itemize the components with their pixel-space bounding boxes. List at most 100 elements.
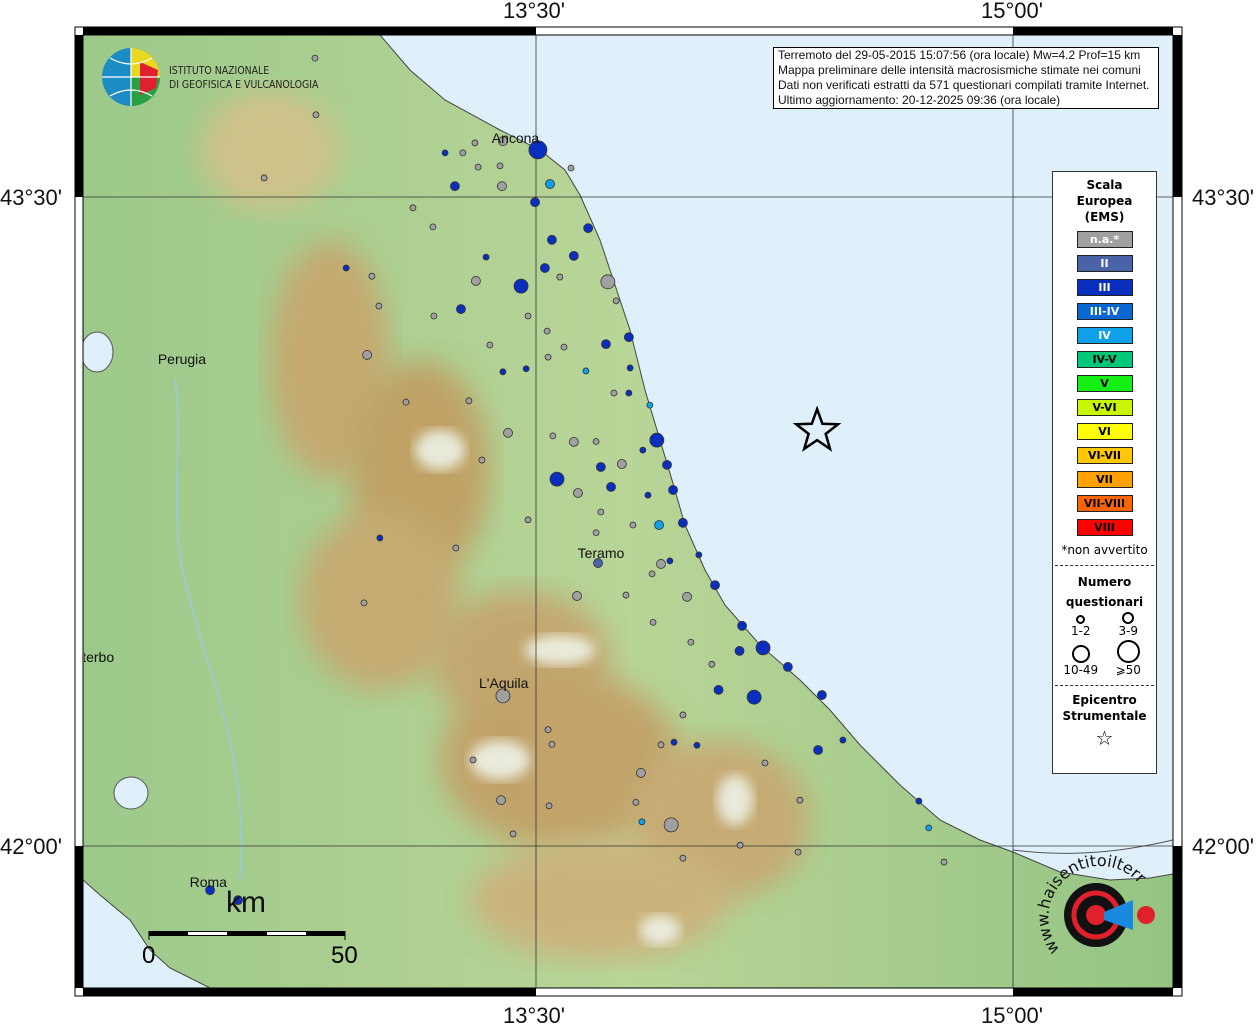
intensity-point-na[interactable]: [612, 297, 620, 305]
intensity-point-na[interactable]: [687, 638, 695, 646]
intensity-point-na[interactable]: [496, 795, 506, 806]
intensity-point-na[interactable]: [761, 759, 769, 767]
intensity-point-na[interactable]: [573, 488, 583, 498]
intensity-point-na[interactable]: [360, 599, 368, 607]
intensity-point-iii[interactable]: [522, 365, 530, 373]
intensity-point-iii[interactable]: [450, 181, 460, 192]
intensity-point-na[interactable]: [592, 438, 600, 445]
intensity-point-na[interactable]: [429, 223, 437, 231]
intensity-point-na[interactable]: [497, 181, 507, 192]
intensity-point-iii[interactable]: [625, 389, 633, 397]
intensity-point-iii[interactable]: [737, 620, 747, 631]
intensity-point-na[interactable]: [524, 312, 532, 320]
intensity-point-iii[interactable]: [746, 689, 762, 705]
intensity-point-na[interactable]: [368, 272, 376, 280]
intensity-point-iii[interactable]: [668, 485, 678, 495]
intensity-point-iii[interactable]: [649, 432, 665, 448]
intensity-point-iii[interactable]: [915, 797, 923, 805]
intensity-point-iii[interactable]: [623, 332, 634, 343]
intensity-point-na[interactable]: [430, 312, 438, 320]
intensity-point-iv[interactable]: [582, 367, 590, 375]
intensity-point-iv[interactable]: [646, 401, 654, 409]
intensity-point-na[interactable]: [796, 796, 804, 804]
intensity-point-na[interactable]: [312, 111, 320, 119]
intensity-point-na[interactable]: [545, 802, 553, 810]
intensity-point-iii[interactable]: [782, 662, 793, 672]
intensity-point-iii[interactable]: [342, 264, 350, 272]
intensity-point-na[interactable]: [402, 398, 410, 406]
intensity-point-iii[interactable]: [644, 491, 652, 499]
intensity-point-na[interactable]: [616, 459, 627, 469]
intensity-point-iii[interactable]: [693, 741, 701, 749]
intensity-point-na[interactable]: [679, 854, 687, 862]
intensity-point-iii[interactable]: [678, 517, 688, 528]
intensity-point-na[interactable]: [663, 817, 679, 833]
intensity-point-na[interactable]: [648, 570, 656, 578]
intensity-point-na[interactable]: [592, 529, 600, 537]
intensity-point-na[interactable]: [486, 341, 494, 349]
intensity-point-na[interactable]: [549, 432, 557, 440]
intensity-point-iii[interactable]: [441, 149, 449, 157]
intensity-point-na[interactable]: [375, 302, 383, 310]
intensity-point-na[interactable]: [471, 139, 479, 147]
intensity-point-na[interactable]: [736, 841, 744, 849]
intensity-point-na[interactable]: [452, 544, 460, 552]
intensity-point-na[interactable]: [260, 174, 268, 182]
intensity-point-na[interactable]: [597, 508, 605, 516]
intensity-point-iii[interactable]: [595, 462, 606, 472]
intensity-point-na[interactable]: [567, 164, 575, 172]
intensity-point-iii[interactable]: [547, 234, 557, 245]
intensity-point-iii[interactable]: [540, 263, 550, 273]
intensity-point-iv[interactable]: [654, 520, 664, 530]
intensity-point-iii[interactable]: [639, 446, 647, 454]
intensity-point-iii[interactable]: [626, 364, 634, 372]
intensity-point-na[interactable]: [311, 54, 319, 62]
intensity-point-na[interactable]: [657, 741, 665, 749]
intensity-point-na[interactable]: [600, 274, 616, 290]
intensity-point-na[interactable]: [572, 591, 582, 601]
intensity-point-na[interactable]: [629, 521, 637, 529]
intensity-point-iv[interactable]: [545, 179, 555, 189]
intensity-point-na[interactable]: [568, 437, 579, 447]
intensity-point-na[interactable]: [940, 858, 948, 866]
intensity-point-na[interactable]: [409, 204, 417, 212]
intensity-point-iii[interactable]: [666, 557, 674, 565]
intensity-point-na[interactable]: [544, 726, 552, 734]
intensity-point-na[interactable]: [548, 740, 556, 748]
intensity-point-na[interactable]: [474, 163, 482, 171]
intensity-point-na[interactable]: [524, 516, 532, 524]
intensity-point-na[interactable]: [560, 343, 568, 351]
intensity-point-iii[interactable]: [568, 250, 579, 261]
intensity-point-iii[interactable]: [456, 304, 466, 314]
intensity-point-iii[interactable]: [549, 471, 565, 487]
intensity-point-iii[interactable]: [816, 690, 827, 700]
intensity-point-na[interactable]: [543, 327, 551, 335]
intensity-point-na[interactable]: [362, 350, 373, 360]
intensity-point-iii[interactable]: [713, 684, 724, 695]
intensity-point-iii[interactable]: [839, 736, 847, 744]
intensity-point-iv[interactable]: [925, 824, 933, 832]
intensity-point-na[interactable]: [708, 660, 716, 668]
intensity-point-iii[interactable]: [583, 223, 594, 234]
intensity-point-na[interactable]: [544, 353, 552, 361]
intensity-point-na[interactable]: [794, 848, 802, 856]
intensity-point-iii[interactable]: [376, 534, 384, 542]
intensity-point-iii[interactable]: [499, 368, 507, 376]
intensity-point-na[interactable]: [478, 456, 486, 464]
intensity-point-iii[interactable]: [710, 580, 720, 591]
intensity-point-na[interactable]: [470, 276, 481, 286]
intensity-point-iii[interactable]: [755, 640, 771, 656]
intensity-point-iii[interactable]: [482, 253, 490, 261]
intensity-point-na[interactable]: [632, 798, 640, 806]
intensity-point-na[interactable]: [610, 389, 618, 397]
intensity-point-na[interactable]: [656, 559, 666, 569]
intensity-point-iii[interactable]: [606, 482, 616, 492]
intensity-point-na[interactable]: [465, 397, 473, 405]
intensity-point-na[interactable]: [459, 149, 467, 157]
intensity-point-na[interactable]: [682, 591, 692, 602]
intensity-point-iii[interactable]: [813, 745, 823, 755]
intensity-point-iii[interactable]: [530, 197, 540, 208]
intensity-point-na[interactable]: [622, 591, 630, 599]
intensity-point-na[interactable]: [636, 768, 646, 778]
intensity-point-iii[interactable]: [513, 278, 529, 294]
